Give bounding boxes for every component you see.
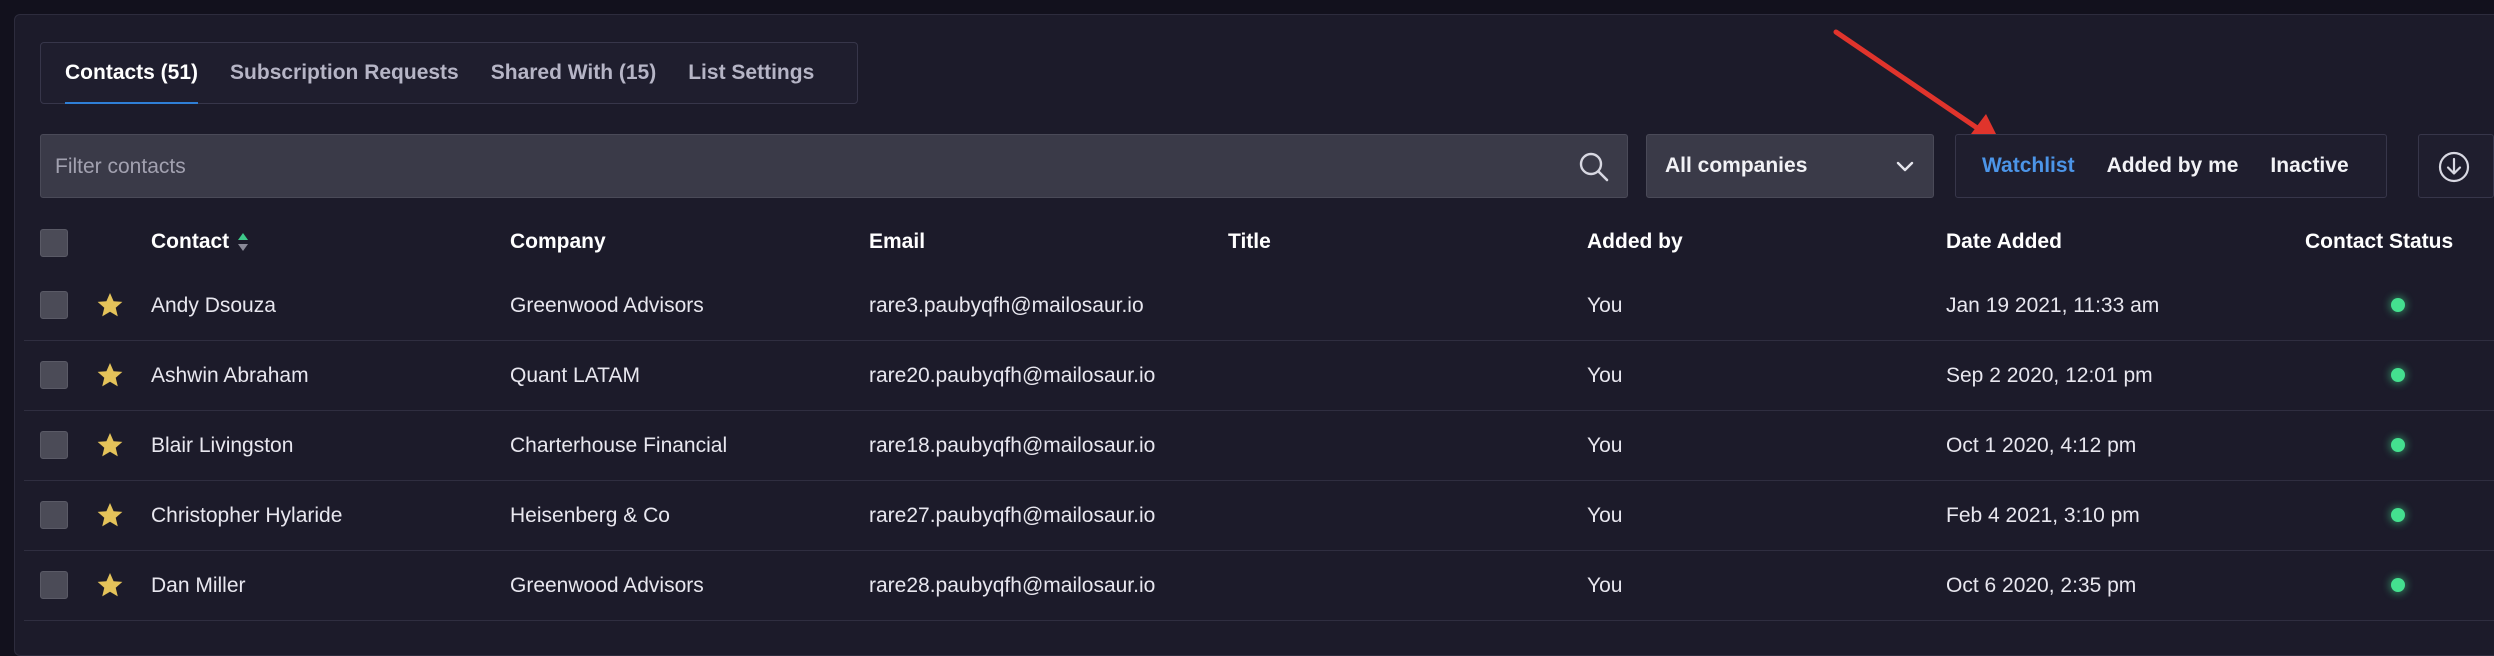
contact-name[interactable]: Ashwin Abraham — [151, 364, 309, 388]
status-active-dot — [2391, 298, 2405, 312]
company-name: Charterhouse Financial — [510, 434, 728, 457]
date-added: Sep 2 2020, 12:01 pm — [1946, 364, 2153, 387]
filter-box — [40, 134, 1628, 199]
watchlist-filter[interactable]: Watchlist — [1982, 154, 2075, 178]
table-row[interactable]: Blair Livingston Charterhouse Financial … — [24, 410, 2494, 481]
column-contact-status[interactable]: Contact Status — [2305, 230, 2453, 254]
view-toggle: Watchlist Added by me Inactive — [1955, 134, 2387, 198]
status-active-dot — [2391, 508, 2405, 522]
row-checkbox[interactable] — [40, 431, 68, 459]
email-address: rare18.paubyqfh@mailosaur.io — [869, 434, 1156, 457]
date-added: Oct 1 2020, 4:12 pm — [1946, 434, 2137, 457]
date-added: Feb 4 2021, 3:10 pm — [1946, 504, 2140, 527]
table-row[interactable]: Andy Dsouza Greenwood Advisors rare3.pau… — [24, 270, 2494, 341]
row-checkbox[interactable] — [40, 571, 68, 599]
column-title[interactable]: Title — [1228, 230, 1271, 254]
company-select[interactable]: All companies — [1646, 134, 1934, 198]
date-added: Oct 6 2020, 2:35 pm — [1946, 574, 2137, 597]
tab-list-settings[interactable]: List Settings — [688, 42, 814, 104]
column-contact-label: Contact — [151, 230, 230, 253]
email-address: rare27.paubyqfh@mailosaur.io — [869, 504, 1156, 527]
download-icon — [2438, 151, 2470, 183]
tab-contacts[interactable]: Contacts (51) — [65, 42, 199, 104]
tab-subscription-requests[interactable]: Subscription Requests — [230, 42, 459, 104]
select-all-checkbox[interactable] — [40, 229, 68, 257]
contact-name[interactable]: Andy Dsouza — [151, 294, 276, 318]
contact-name[interactable]: Christopher Hylaride — [151, 504, 342, 528]
column-added-by[interactable]: Added by — [1587, 230, 1683, 254]
filter-contacts-input[interactable] — [41, 135, 1557, 199]
inactive-filter[interactable]: Inactive — [2270, 154, 2348, 178]
company-name: Heisenberg & Co — [510, 504, 670, 527]
company-name: Quant LATAM — [510, 364, 640, 387]
column-contact[interactable]: Contact — [151, 230, 249, 254]
added-by: You — [1587, 504, 1623, 527]
company-name: Greenwood Advisors — [510, 294, 704, 317]
column-email[interactable]: Email — [869, 230, 925, 254]
tab-shared-with[interactable]: Shared With (15) — [491, 42, 657, 104]
email-address: rare3.paubyqfh@mailosaur.io — [869, 294, 1144, 317]
search-icon[interactable] — [1577, 150, 1611, 184]
status-active-dot — [2391, 438, 2405, 452]
sort-ascending-icon[interactable] — [237, 231, 249, 253]
row-checkbox[interactable] — [40, 361, 68, 389]
annotation-arrow-icon — [1833, 29, 2002, 146]
contact-name[interactable]: Dan Miller — [151, 574, 246, 598]
star-icon[interactable] — [96, 291, 124, 319]
row-checkbox[interactable] — [40, 501, 68, 529]
star-icon[interactable] — [96, 431, 124, 459]
email-address: rare28.paubyqfh@mailosaur.io — [869, 574, 1156, 597]
company-select-value: All companies — [1665, 154, 1808, 177]
status-active-dot — [2391, 368, 2405, 382]
table-row[interactable]: Ashwin Abraham Quant LATAM rare20.paubyq… — [24, 340, 2494, 411]
table-header: Contact Company Email Title Added by Dat… — [0, 220, 2494, 270]
table-row[interactable]: Christopher Hylaride Heisenberg & Co rar… — [24, 480, 2494, 551]
date-added: Jan 19 2021, 11:33 am — [1946, 294, 2160, 317]
added-by: You — [1587, 574, 1623, 597]
table-row[interactable]: Dan Miller Greenwood Advisors rare28.pau… — [24, 550, 2494, 621]
status-active-dot — [2391, 578, 2405, 592]
tab-bar: Contacts (51) Subscription Requests Shar… — [40, 42, 858, 104]
star-icon[interactable] — [96, 571, 124, 599]
chevron-down-icon — [1896, 161, 1914, 172]
added-by-me-filter[interactable]: Added by me — [2107, 154, 2239, 178]
email-address: rare20.paubyqfh@mailosaur.io — [869, 364, 1156, 387]
added-by: You — [1587, 434, 1623, 457]
download-button[interactable] — [2418, 134, 2494, 198]
company-name: Greenwood Advisors — [510, 574, 704, 597]
added-by: You — [1587, 294, 1623, 317]
row-checkbox[interactable] — [40, 291, 68, 319]
star-icon[interactable] — [96, 501, 124, 529]
added-by: You — [1587, 364, 1623, 387]
column-company[interactable]: Company — [510, 230, 606, 254]
contact-name[interactable]: Blair Livingston — [151, 434, 293, 458]
column-date-added[interactable]: Date Added — [1946, 230, 2062, 254]
star-icon[interactable] — [96, 361, 124, 389]
